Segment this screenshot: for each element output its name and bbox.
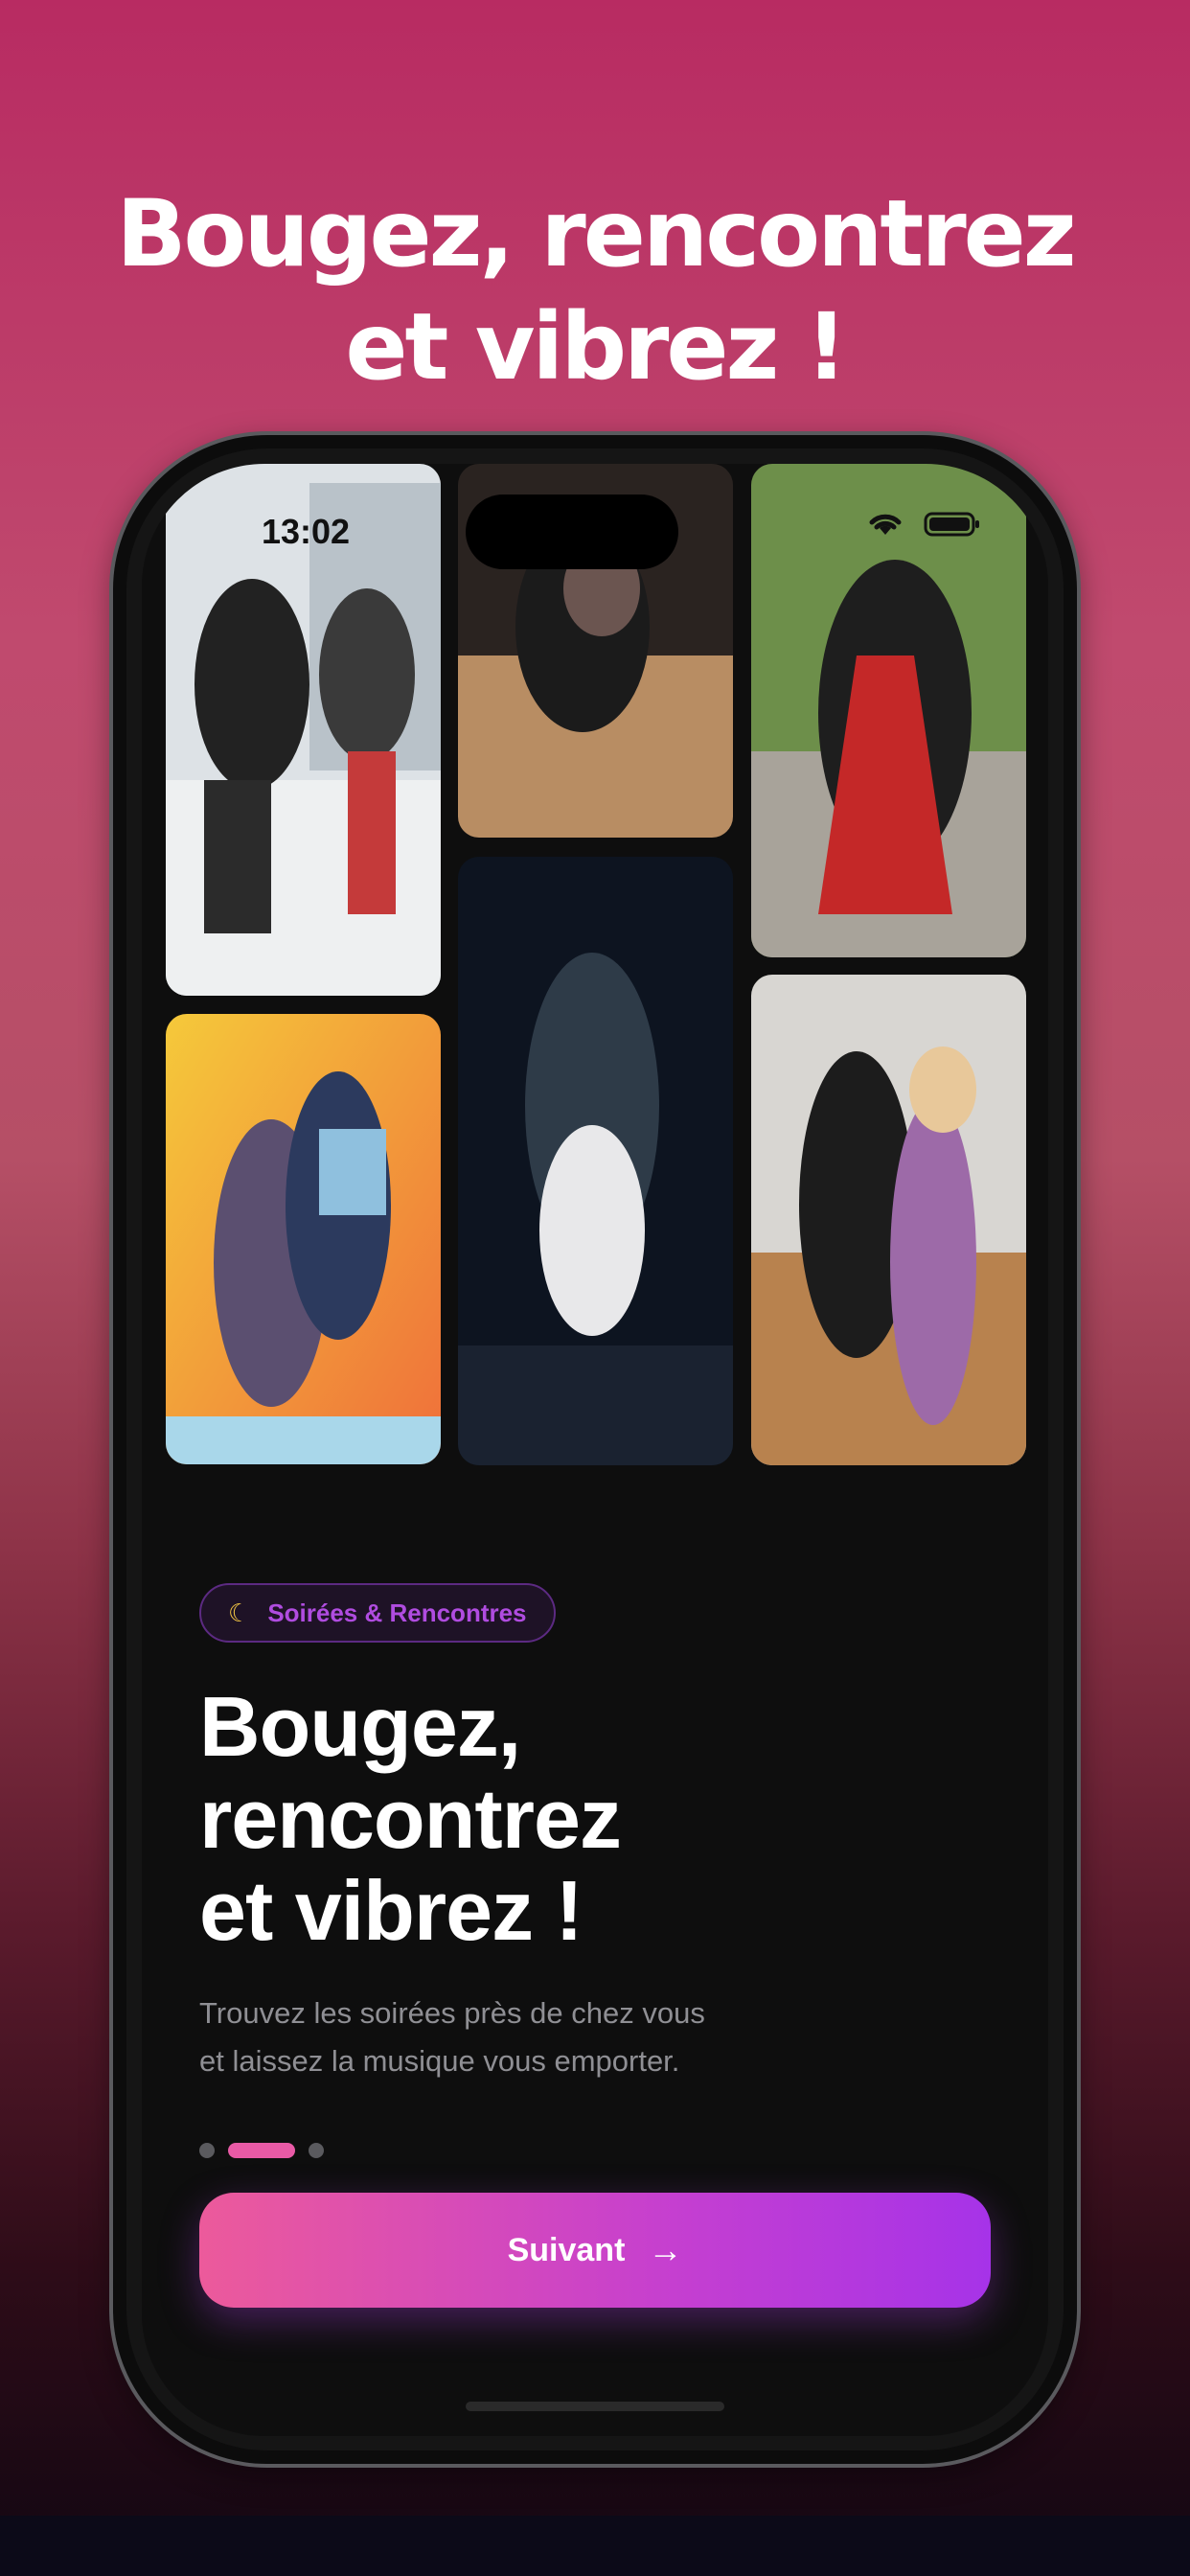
subtitle-line-2: et laissez la musique vous emporter. <box>199 2044 680 2078</box>
promo-headline-line2: et vibrez ! <box>345 293 847 401</box>
title-line-3: et vibrez ! <box>199 1863 584 1958</box>
onboarding-subtitle: Trouvez les soirées près de chez vous et… <box>199 1990 995 2085</box>
app-screen: 13:02 ☾ Soirées & Rencontres Bougez, ren… <box>142 464 1048 2436</box>
status-time: 13:02 <box>262 512 351 551</box>
onboarding-content: ☾ Soirées & Rencontres Bougez, rencontre… <box>199 1583 995 2085</box>
wifi-icon <box>869 514 902 535</box>
page-dot-3[interactable] <box>309 2143 324 2158</box>
next-button-label: Suivant <box>507 2231 626 2268</box>
onboarding-title: Bougez, rencontrez et vibrez ! <box>199 1681 995 1957</box>
title-line-1: Bougez, <box>199 1679 521 1774</box>
photo-salsa-couple <box>166 1014 441 1464</box>
photo-kizomba-couple <box>458 857 733 1465</box>
page-dot-2-active[interactable] <box>228 2143 295 2158</box>
bottom-strip <box>0 2516 1190 2576</box>
dynamic-island <box>466 494 678 569</box>
status-icons <box>866 510 981 539</box>
arrow-right-icon: → <box>648 2230 683 2269</box>
page-dot-1[interactable] <box>199 2143 215 2158</box>
title-line-2: rencontrez <box>199 1771 622 1866</box>
badge-label: Soirées & Rencontres <box>267 1598 527 1627</box>
battery-icon <box>924 512 979 537</box>
promo-headline-line1: Bougez, rencontrez <box>116 180 1076 288</box>
promo-headline: Bougez, rencontrez et vibrez ! <box>0 177 1190 403</box>
category-badge: ☾ Soirées & Rencontres <box>199 1583 556 1643</box>
subtitle-line-1: Trouvez les soirées près de chez vous <box>199 1996 705 2030</box>
moon-icon: ☾ <box>228 1598 251 1627</box>
next-button[interactable]: Suivant → <box>199 2193 991 2308</box>
page-indicator <box>199 2143 324 2158</box>
photo-bachata-couple <box>751 975 1026 1465</box>
home-indicator <box>466 2402 724 2411</box>
